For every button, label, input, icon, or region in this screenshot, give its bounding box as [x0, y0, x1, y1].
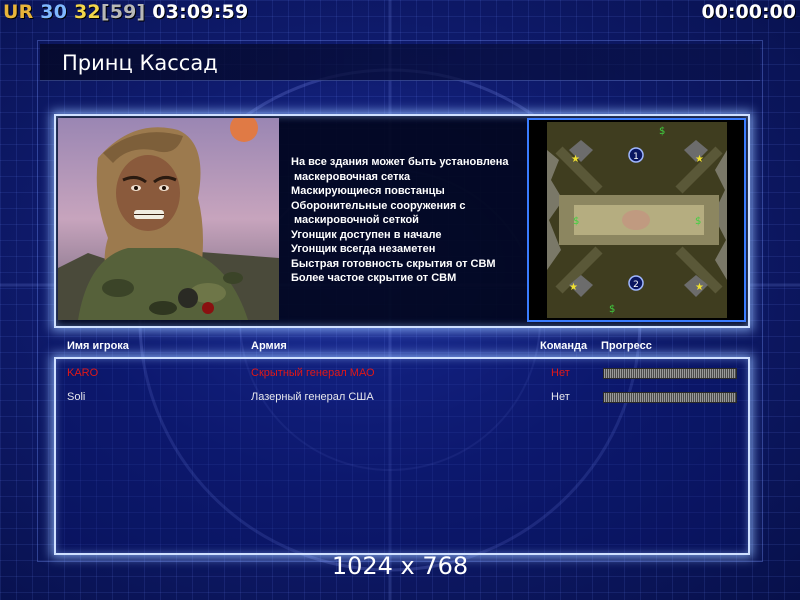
svg-text:★: ★	[571, 154, 580, 165]
supply-icon: $	[573, 216, 579, 227]
hud-clock: 03:09:59	[152, 1, 249, 23]
minimap[interactable]: ★ ★ ★ ★ $ $ $ $ 1 2	[527, 118, 746, 322]
svg-text:★: ★	[569, 282, 578, 293]
supply-icon: $	[695, 216, 701, 227]
player-name: KARO	[67, 367, 99, 379]
description-line: Маскирующиеся повстанцы	[291, 185, 445, 197]
player-team: Нет	[551, 367, 570, 379]
svg-text:★: ★	[695, 154, 704, 165]
resolution-label: 1024 x 768	[331, 552, 469, 580]
supply-icon: $	[659, 126, 665, 137]
col-header-team: Команда	[540, 340, 588, 352]
description-line: маскеровочная сетка	[291, 170, 411, 183]
hud-status: UR 30 32[59] 03:09:59	[3, 1, 248, 23]
description-line: Оборонительные сооружения с	[291, 199, 466, 212]
hud-num3: [59]	[100, 1, 146, 23]
players-panel	[54, 357, 750, 555]
general-title: Принц Кассад	[62, 51, 218, 75]
col-header-progress: Прогресс	[601, 340, 652, 352]
col-header-player: Имя игрока	[67, 340, 129, 352]
svg-text:★: ★	[695, 282, 704, 293]
player-team: Нет	[551, 391, 570, 403]
hud-num2: 32	[73, 1, 101, 23]
player-name: Soli	[67, 391, 86, 403]
description-line: Угонщик доступен в начале	[291, 228, 442, 241]
player-army: Лазерный генерал США	[251, 391, 374, 403]
hud-timer: 00:00:00	[701, 1, 796, 23]
start-marker-1: 1	[633, 152, 639, 162]
description-line: На все здания может быть установлена	[291, 156, 509, 168]
player-army: Скрытный генерал МАО	[251, 367, 375, 379]
general-portrait	[58, 118, 279, 320]
supply-icon: $	[609, 304, 615, 315]
player-progress-bar	[603, 368, 737, 379]
description-line: Угонщик всегда незаметен	[291, 243, 436, 255]
description-line: Более частое скрытие от СВМ	[291, 272, 457, 284]
hud-ur: UR	[3, 1, 34, 23]
hud-num1: 30	[40, 1, 68, 23]
description-line: маскировочной сеткой	[291, 214, 419, 226]
description-line: Быстрая готовность скрытия от СВМ	[291, 257, 496, 270]
col-header-army: Армия	[251, 340, 287, 352]
player-progress-bar	[603, 392, 737, 403]
start-marker-2: 2	[633, 280, 639, 290]
general-description: На все здания может быть установлена мас…	[291, 155, 509, 286]
